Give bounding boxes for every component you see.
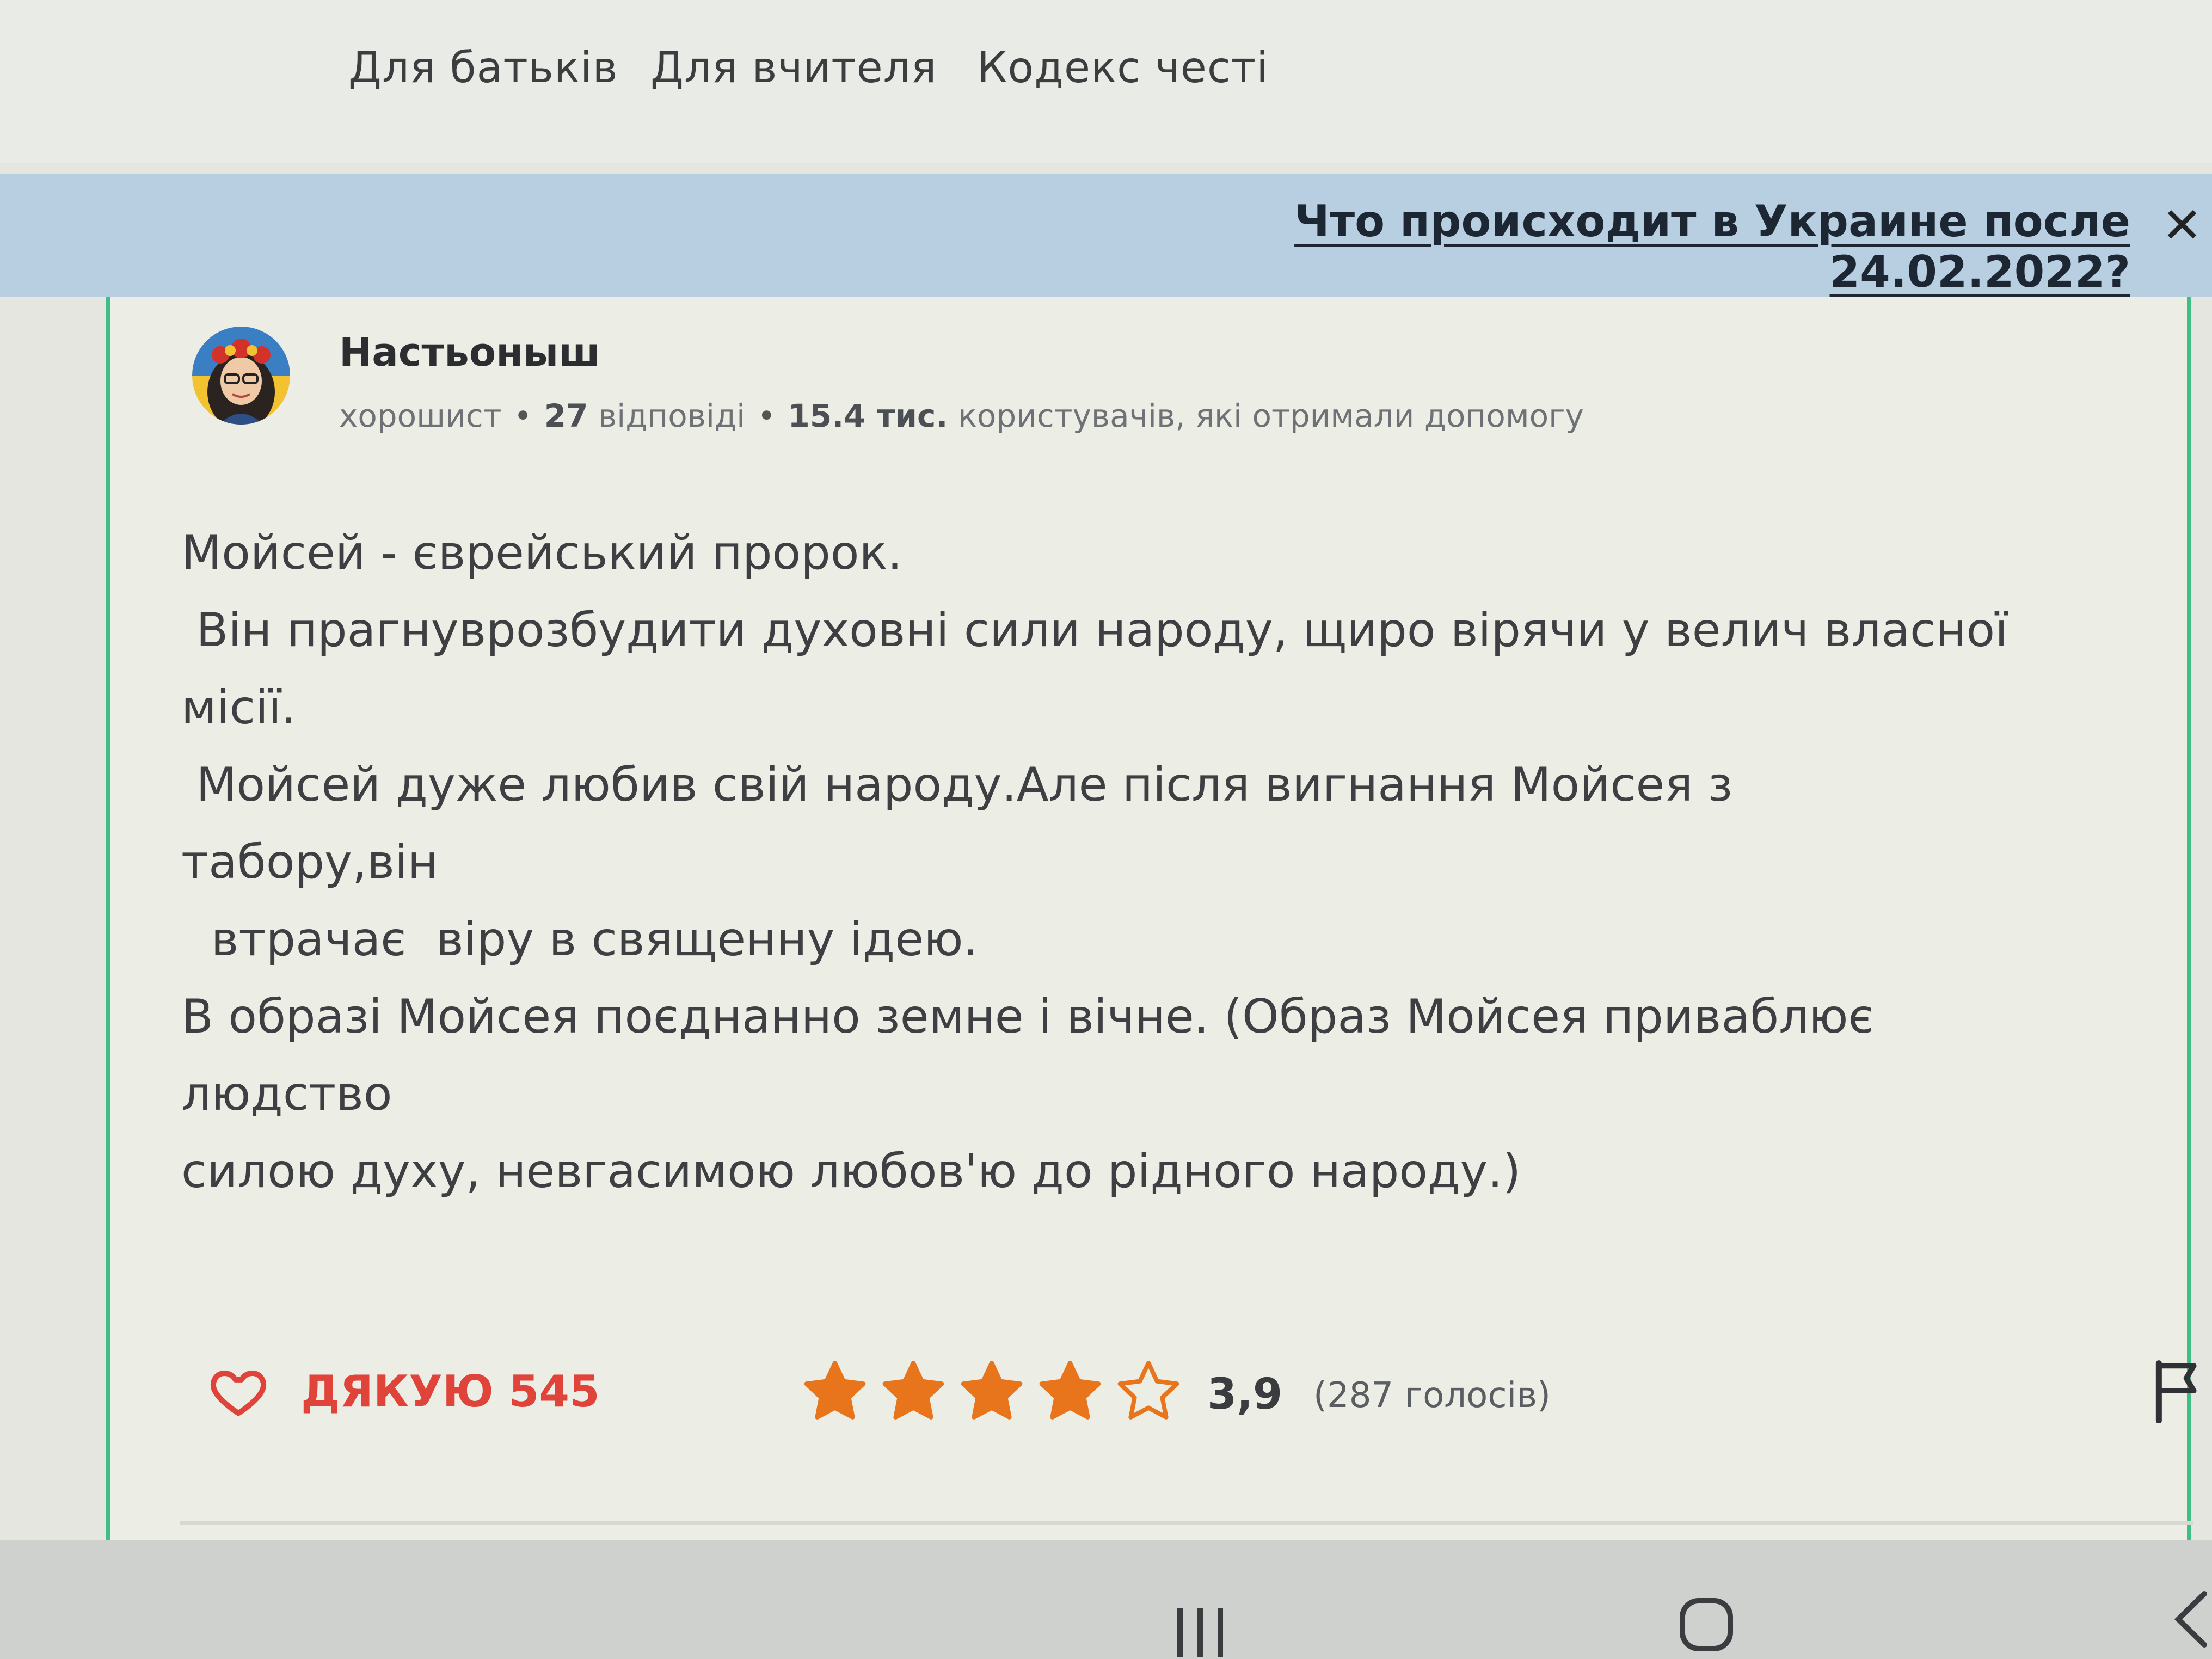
answer-line: втрачає віру в священну ідею. bbox=[181, 912, 978, 967]
rating-votes: (287 голосів) bbox=[1313, 1375, 1551, 1416]
answer-line: силою духу, невгасимою любов'ю до рідног… bbox=[181, 1144, 1521, 1199]
nav-link-teachers[interactable]: Для вчителя bbox=[650, 44, 937, 93]
rating-stars[interactable] bbox=[802, 1358, 1182, 1429]
nav-link-parents[interactable]: Для батьків bbox=[348, 44, 618, 93]
author-name[interactable]: Настьоныш bbox=[339, 329, 600, 375]
author-rank: хорошист bbox=[339, 397, 502, 434]
close-icon[interactable]: ✕ bbox=[2152, 196, 2212, 256]
separator-dot: • bbox=[513, 397, 532, 434]
heart-icon bbox=[210, 1370, 267, 1416]
flag-icon[interactable] bbox=[2149, 1358, 2209, 1423]
separator-dot: • bbox=[757, 397, 776, 434]
star-icon[interactable] bbox=[958, 1358, 1025, 1424]
star-icon[interactable] bbox=[802, 1358, 868, 1424]
answer-line: місії. bbox=[181, 680, 297, 735]
info-banner: Что происходит в Украине после 24.02.202… bbox=[0, 174, 2212, 297]
answers-count: 27 bbox=[544, 397, 588, 434]
avatar[interactable] bbox=[192, 327, 290, 425]
answer-line: табору,він bbox=[181, 835, 439, 889]
answer-footer: ДЯКУЮ 545 3,9 (287 голосів) bbox=[208, 1342, 2197, 1451]
answer-line: Мойсей дуже любив свій народу.Але після … bbox=[181, 758, 1733, 812]
answers-label: відповіді bbox=[598, 397, 746, 434]
star-icon[interactable] bbox=[1037, 1358, 1103, 1424]
divider bbox=[180, 1521, 2193, 1525]
answer-line: Мойсей - єврейський пророк. bbox=[181, 526, 902, 580]
nav-link-honor-code[interactable]: Кодекс честі bbox=[977, 44, 1269, 93]
home-icon[interactable] bbox=[1679, 1597, 1734, 1652]
system-navigation-bar bbox=[0, 1540, 2212, 1659]
star-icon[interactable] bbox=[1115, 1358, 1182, 1424]
avatar-image bbox=[192, 327, 290, 425]
star-icon[interactable] bbox=[880, 1358, 947, 1424]
author-meta: хорошист • 27 відповіді • 15.4 тис. користув… bbox=[339, 397, 1584, 434]
helped-label: користувачів, які отримали допомогу bbox=[957, 397, 1584, 434]
thanks-label: ДЯКУЮ 545 bbox=[301, 1366, 600, 1417]
answer-line: людство bbox=[181, 1067, 392, 1121]
answer-line: В образі Мойсея поєднанно земне і вічне.… bbox=[181, 990, 1874, 1044]
helped-count: 15.4 тис. bbox=[788, 397, 948, 434]
answer-text: Мойсей - єврейський пророк. Він прагнувр… bbox=[181, 514, 2119, 1210]
recent-apps-icon[interactable] bbox=[1173, 1608, 1227, 1657]
top-navigation: Для батьків Для вчителя Кодекс честі bbox=[0, 0, 2212, 163]
banner-link[interactable]: Что происходит в Украине после 24.02.202… bbox=[1042, 196, 2130, 297]
answer-card: Настьоныш хорошист • 27 відповіді • 15.4 тис… bbox=[106, 297, 2197, 1540]
back-icon[interactable] bbox=[2172, 1589, 2210, 1649]
answer-line: Він прагнуврозбудити духовні сили народу… bbox=[181, 603, 2008, 658]
rating-value: 3,9 bbox=[1207, 1370, 1283, 1419]
